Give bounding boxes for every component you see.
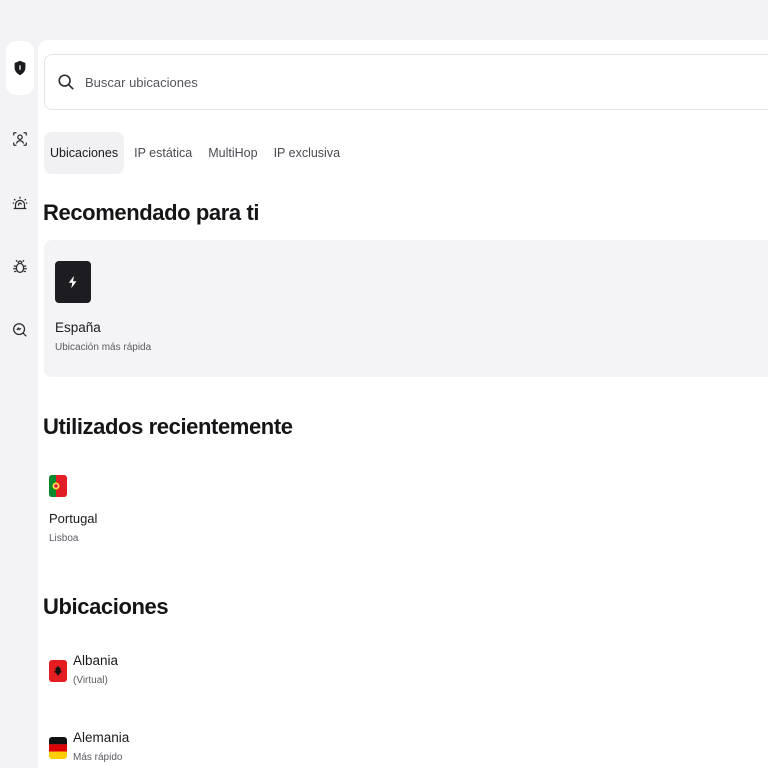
location-subtitle: Más rápido (73, 752, 123, 763)
list-item[interactable]: Alemania Más rápido (49, 730, 349, 768)
shield-icon (14, 60, 26, 76)
location-name: Alemania (73, 730, 130, 745)
sidebar-item-vpn[interactable] (6, 41, 34, 95)
alarm-icon (12, 196, 28, 210)
search-icon (58, 74, 74, 90)
sidebar (0, 33, 38, 768)
germany-flag-icon (49, 737, 67, 759)
lightning-icon (55, 261, 91, 303)
location-tabs: Ubicaciones IP estática MultiHop IP excl… (44, 132, 350, 174)
search-input[interactable] (85, 74, 685, 90)
tab-multihop[interactable]: MultiHop (202, 132, 263, 174)
tab-ip-exclusiva[interactable]: IP exclusiva (268, 132, 346, 174)
face-scan-icon (13, 132, 27, 146)
recent-heading: Utilizados recientemente (43, 414, 293, 439)
recommended-heading: Recomendado para ti (43, 200, 260, 225)
bug-icon (13, 259, 27, 274)
search-box[interactable] (44, 54, 768, 110)
list-item[interactable]: Albania (Virtual) (49, 653, 349, 693)
recommended-title: España (55, 320, 101, 335)
recent-item-name: Portugal (49, 511, 98, 526)
search-scan-icon (13, 323, 27, 337)
location-subtitle: (Virtual) (73, 675, 108, 686)
main-panel: Ubicaciones IP estática MultiHop IP excl… (38, 40, 768, 768)
portugal-flag-icon (49, 475, 67, 497)
window-top-bar (0, 0, 768, 33)
sidebar-item-identity[interactable] (6, 125, 34, 153)
recommended-card[interactable]: España Ubicación más rápida (44, 240, 768, 377)
tab-ubicaciones[interactable]: Ubicaciones (44, 132, 125, 174)
sidebar-item-antivirus[interactable] (6, 253, 34, 281)
recommended-subtitle: Ubicación más rápida (55, 342, 152, 353)
locations-heading: Ubicaciones (43, 594, 169, 619)
location-name: Albania (73, 653, 119, 668)
albania-flag-icon (49, 660, 67, 682)
sidebar-item-alerts[interactable] (6, 190, 34, 218)
recent-item-city: Lisboa (49, 533, 79, 544)
sidebar-item-search-scan[interactable] (6, 316, 34, 344)
tab-ip-estatica[interactable]: IP estática (128, 132, 198, 174)
